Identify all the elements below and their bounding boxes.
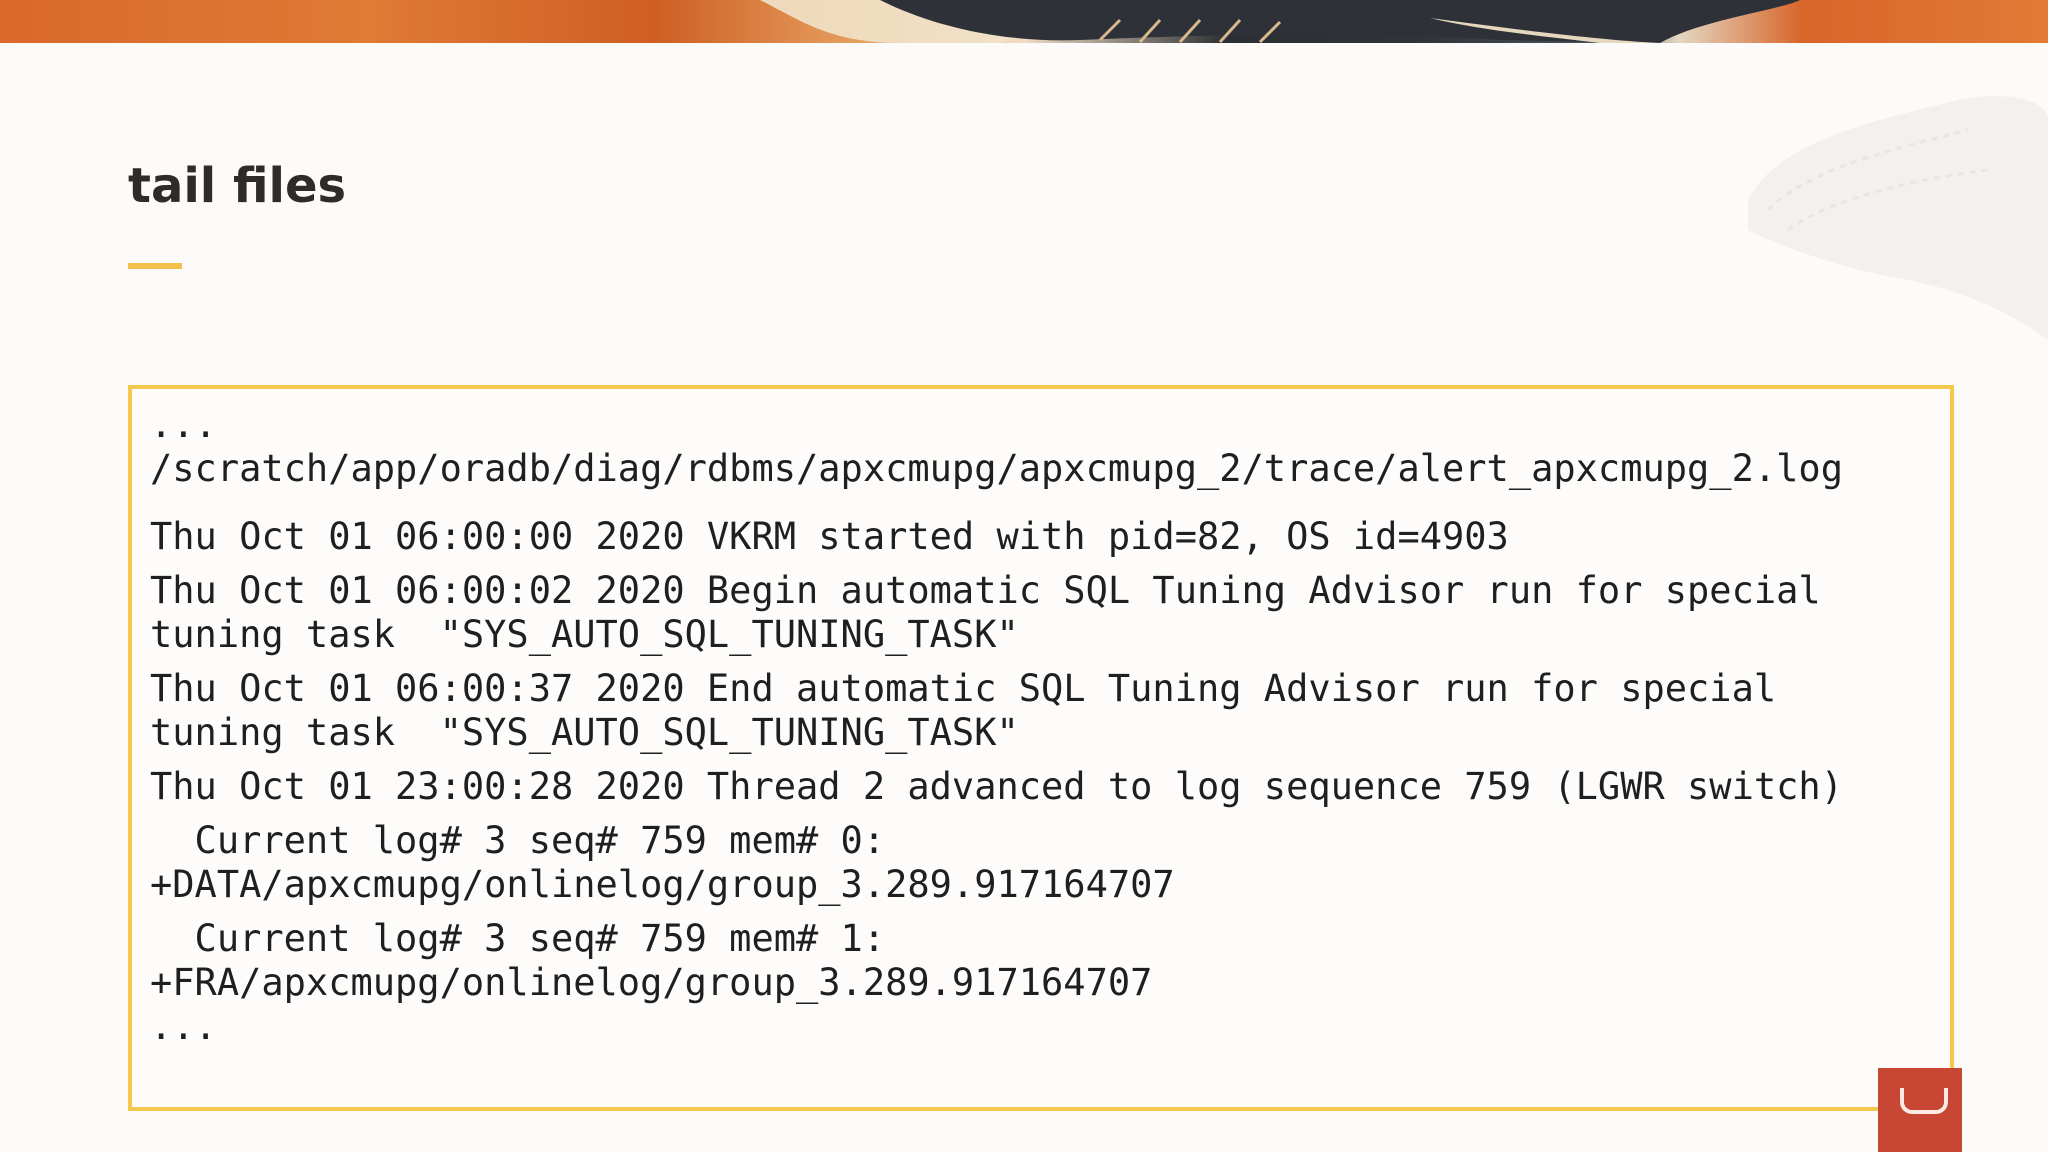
code-line: tuning task "SYS_AUTO_SQL_TUNING_TASK" bbox=[150, 711, 1019, 754]
code-line: Thu Oct 01 06:00:02 2020 Begin automatic… bbox=[150, 569, 1821, 612]
header-banner-art bbox=[0, 0, 2048, 43]
brand-mark-icon bbox=[1900, 1088, 1948, 1114]
code-line: ... bbox=[150, 1005, 217, 1048]
code-line: Thu Oct 01 06:00:00 2020 VKRM started wi… bbox=[150, 515, 1509, 558]
code-line: +DATA/apxcmupg/onlinelog/group_3.289.917… bbox=[150, 863, 1175, 906]
code-line: Thu Oct 01 23:00:28 2020 Thread 2 advanc… bbox=[150, 765, 1843, 808]
brand-corner-icon bbox=[1878, 1068, 1962, 1152]
code-line: Current log# 3 seq# 759 mem# 0: bbox=[150, 819, 886, 862]
log-code-box: ... /scratch/app/oradb/diag/rdbms/apxcmu… bbox=[128, 385, 1954, 1111]
code-line: Current log# 3 seq# 759 mem# 1: bbox=[150, 917, 886, 960]
code-line: /scratch/app/oradb/diag/rdbms/apxcmupg/a… bbox=[150, 447, 1843, 490]
title-underline-accent bbox=[128, 263, 182, 269]
page-title: tail files bbox=[128, 158, 347, 214]
code-line: Thu Oct 01 06:00:37 2020 End automatic S… bbox=[150, 667, 1777, 710]
decorative-texture-blob bbox=[1748, 96, 2048, 340]
code-line: tuning task "SYS_AUTO_SQL_TUNING_TASK" bbox=[150, 613, 1019, 656]
code-line: ... bbox=[150, 403, 217, 446]
code-line: +FRA/apxcmupg/onlinelog/group_3.289.9171… bbox=[150, 961, 1153, 1004]
